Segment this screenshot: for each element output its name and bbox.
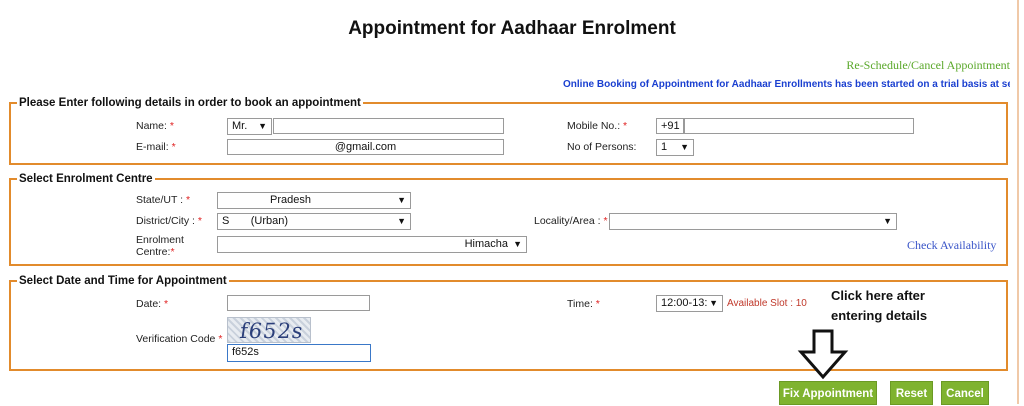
chevron-down-icon: ▼ <box>680 142 689 152</box>
notice-marquee: Online Booking of Appointment for Aadhaa… <box>563 79 1010 90</box>
date-time-legend: Select Date and Time for Appointment <box>19 275 227 287</box>
captcha-image: f652s <box>227 317 311 343</box>
fix-appointment-button[interactable]: Fix Appointment <box>779 381 877 405</box>
chevron-down-icon: ▼ <box>258 121 267 131</box>
enrolment-centre-legend: Select Enrolment Centre <box>19 173 153 185</box>
email-label: E-mail: * <box>136 141 176 153</box>
personal-details-legend: Please Enter following details in order … <box>19 97 361 109</box>
name-label: Name: * <box>136 120 174 132</box>
check-availability-link[interactable]: Check Availability <box>907 238 996 253</box>
date-input[interactable] <box>227 295 370 311</box>
mobile-label: Mobile No.: * <box>567 120 628 132</box>
time-select[interactable]: 12:00-13: ▼ <box>656 295 723 312</box>
captcha-text: f652s <box>238 319 306 343</box>
page-title: Appointment for Aadhaar Enrolment <box>348 18 676 39</box>
chevron-down-icon: ▼ <box>397 216 406 226</box>
chevron-down-icon: ▼ <box>513 239 522 249</box>
enrolment-centre-select[interactable]: Himacha ▼ <box>217 236 527 253</box>
cancel-button[interactable]: Cancel <box>941 381 989 405</box>
locality-select[interactable]: ▼ <box>609 213 897 230</box>
name-input[interactable] <box>273 118 504 134</box>
locality-label: Locality/Area : * <box>534 215 608 227</box>
verification-code-input[interactable]: f652s <box>227 344 371 362</box>
persons-select[interactable]: 1 ▼ <box>656 139 694 156</box>
district-select[interactable]: S (Urban) ▼ <box>217 213 411 230</box>
verification-code-label: Verification Code * <box>136 333 223 345</box>
reschedule-cancel-link[interactable]: Re-Schedule/Cancel Appointment <box>846 58 1010 73</box>
email-input[interactable]: @gmail.com <box>227 139 504 155</box>
state-label: State/UT : * <box>136 194 191 206</box>
persons-label: No of Persons: <box>567 141 637 153</box>
mobile-prefix: +91 <box>656 118 684 134</box>
available-slot-text: Available Slot : 10 <box>727 298 807 309</box>
state-select[interactable]: Pradesh ▼ <box>217 192 411 209</box>
enrolment-centre-label: Enrolment Centre:* <box>136 234 184 258</box>
hint-text: Click here after entering details <box>831 288 928 323</box>
mobile-input[interactable] <box>684 118 914 134</box>
page-right-border <box>1017 0 1019 404</box>
time-label: Time: * <box>567 298 600 310</box>
title-select[interactable]: Mr. ▼ <box>227 118 272 135</box>
date-label: Date: * <box>136 298 169 310</box>
reset-button[interactable]: Reset <box>890 381 933 405</box>
chevron-down-icon: ▼ <box>397 195 406 205</box>
chevron-down-icon: ▼ <box>709 298 718 308</box>
chevron-down-icon: ▼ <box>883 216 892 226</box>
district-label: District/City : * <box>136 215 202 227</box>
down-arrow-icon <box>797 329 849 380</box>
